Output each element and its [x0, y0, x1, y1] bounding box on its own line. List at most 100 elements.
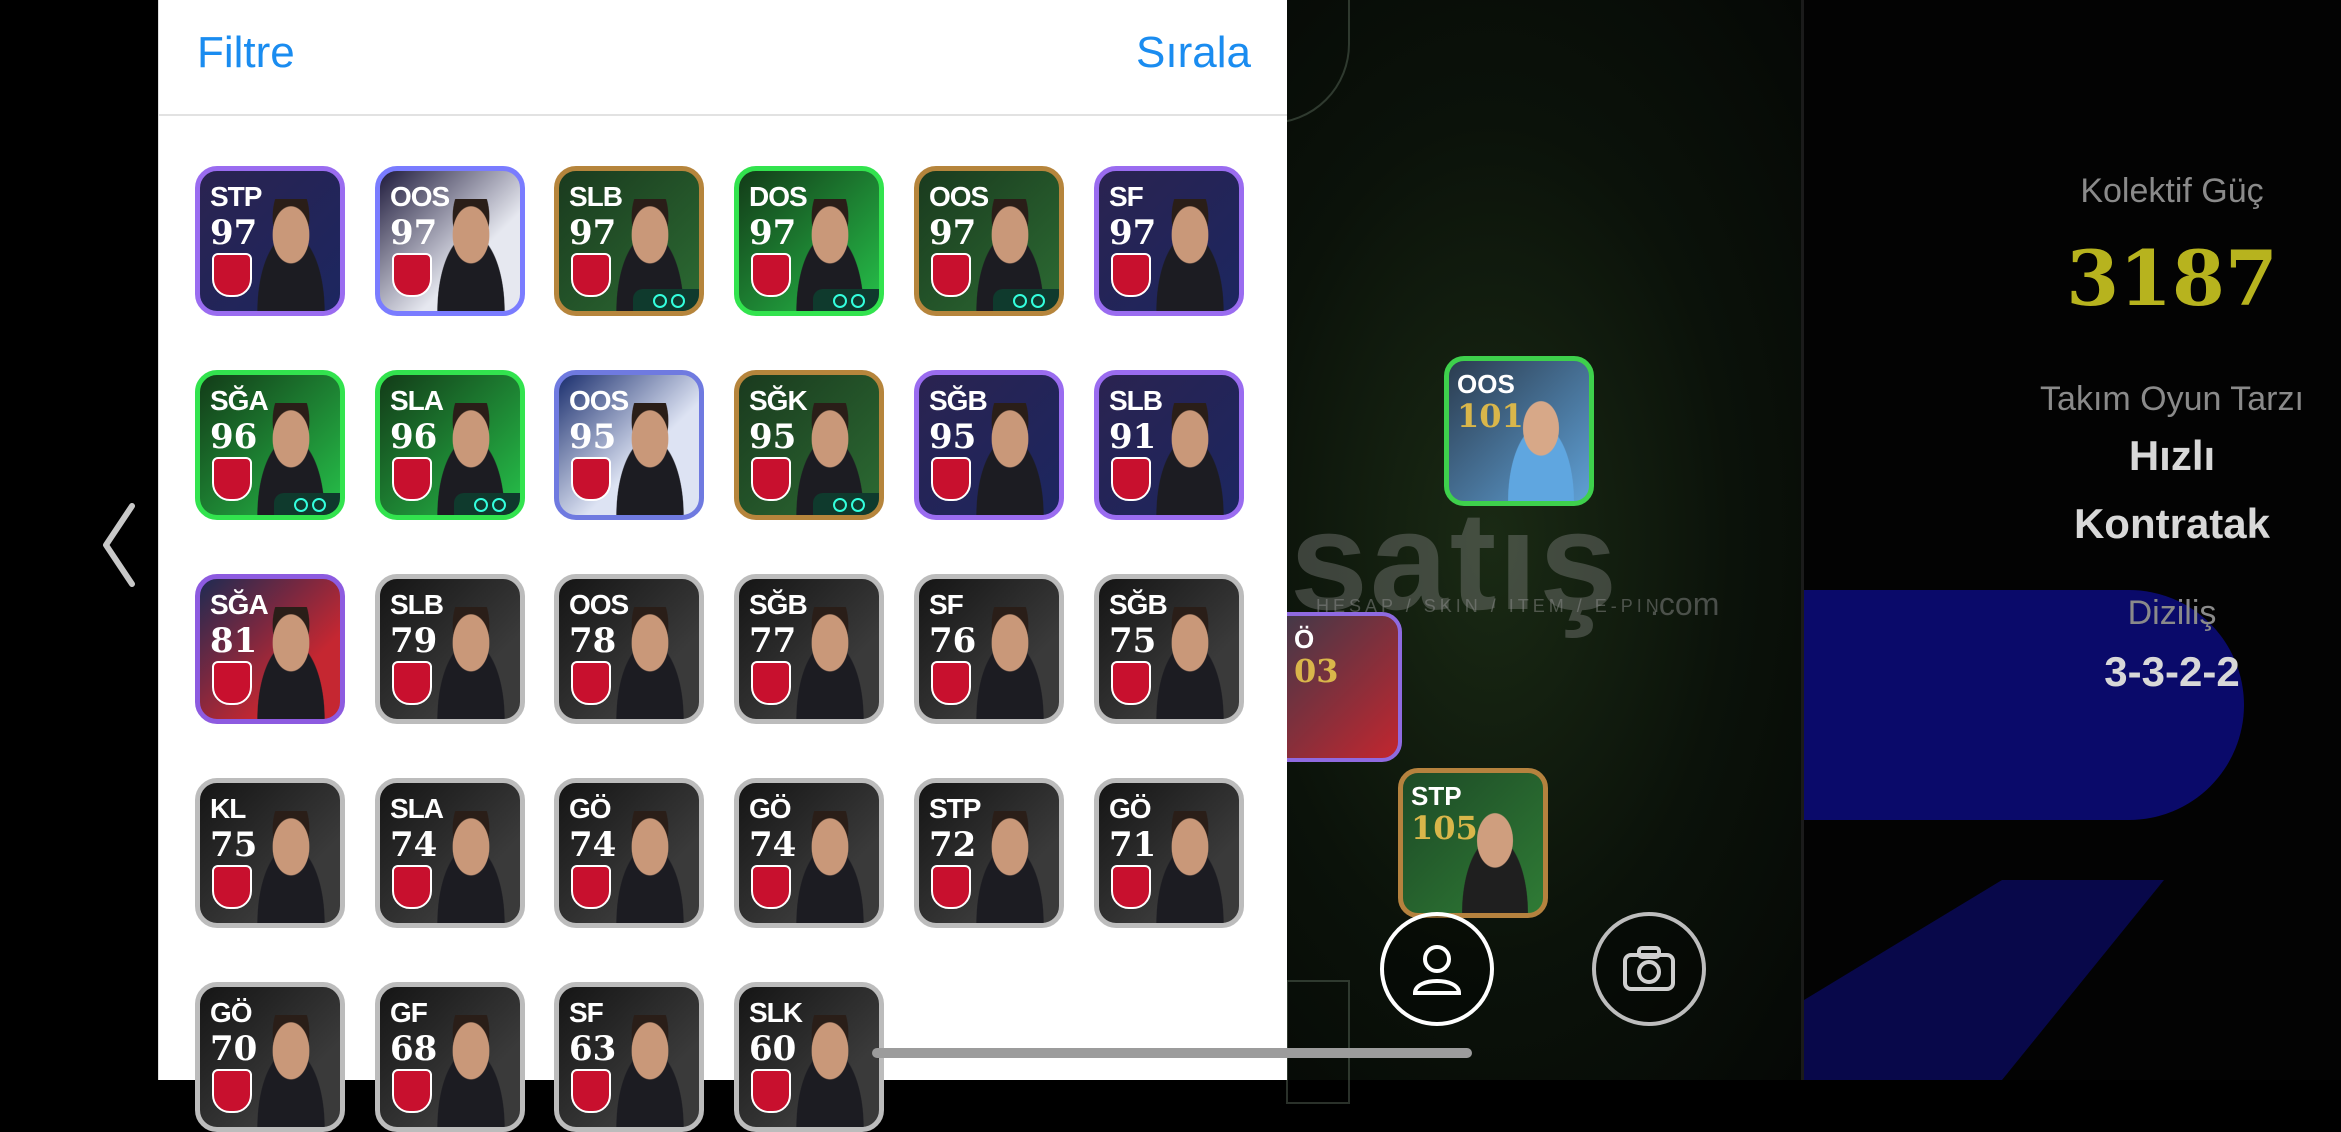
player-card[interactable]: SLA 74	[375, 778, 525, 928]
player-card[interactable]: SLA 96	[375, 370, 525, 520]
field-player-card[interactable]: STP 105	[1398, 768, 1548, 918]
decorative-shape	[1804, 880, 2164, 1080]
player-position: GÖ	[1109, 793, 1152, 824]
club-badge-icon	[392, 1069, 432, 1113]
club-badge-icon	[571, 661, 611, 705]
player-rating: 60	[749, 1029, 797, 1069]
camera-button[interactable]	[1592, 912, 1706, 1026]
player-position: SLA	[390, 793, 444, 824]
player-position: KL	[210, 793, 246, 824]
collective-power-value: 3187	[2066, 234, 2278, 323]
player-card[interactable]: SĞB 75	[1094, 574, 1244, 724]
watermark-domain: .com	[1650, 586, 1720, 622]
player-card[interactable]: SF 76	[914, 574, 1064, 724]
home-indicator[interactable]	[872, 1048, 1472, 1058]
field-player-card[interactable]: OOS 101	[1444, 356, 1594, 506]
player-card[interactable]: GF 68	[375, 982, 525, 1132]
player-card[interactable]: SĞA 81	[195, 574, 345, 724]
chevron-left-icon[interactable]	[98, 500, 140, 590]
player-card[interactable]: OOS 97	[914, 166, 1064, 316]
player-position: OOS	[569, 589, 629, 620]
player-card[interactable]: DOS 97	[734, 166, 884, 316]
player-position: STP	[1411, 781, 1462, 811]
player-card[interactable]: OOS 97	[375, 166, 525, 316]
player-position: STP	[210, 181, 262, 212]
player-rating: 96	[390, 417, 438, 457]
player-card[interactable]: SĞA 96	[195, 370, 345, 520]
player-card[interactable]: OOS 78	[554, 574, 704, 724]
player-card[interactable]: SLB 97	[554, 166, 704, 316]
player-rating: 79	[390, 621, 438, 661]
pitch-box-line	[1286, 980, 1350, 1104]
player-card[interactable]: GÖ 70	[195, 982, 345, 1132]
player-card[interactable]: OOS 95	[554, 370, 704, 520]
player-position: SF	[569, 997, 604, 1028]
skill-indicator-icon	[813, 289, 879, 311]
player-list-panel: Filtre Sırala STP 97 OOS 97 SLB 97 DOS 97 OOS 97 S…	[158, 0, 1287, 1132]
skill-indicator-icon	[633, 289, 699, 311]
club-badge-icon	[571, 1069, 611, 1113]
filter-button[interactable]: Filtre	[197, 28, 295, 78]
player-position: OOS	[569, 385, 629, 416]
player-rating: 95	[749, 417, 797, 457]
club-badge-icon	[931, 865, 971, 909]
player-rating: 76	[929, 621, 977, 661]
player-card[interactable]: SLK 60	[734, 982, 884, 1132]
player-position: SĞB	[1109, 589, 1168, 620]
player-rating: 70	[210, 1029, 258, 1069]
formation-value: 3-3-2-2	[2104, 648, 2240, 695]
player-rating: 71	[1109, 825, 1157, 865]
skill-indicator-icon	[454, 493, 520, 515]
panel-header: Filtre Sırala	[159, 0, 1287, 116]
player-card[interactable]: GÖ 74	[734, 778, 884, 928]
club-badge-icon	[931, 661, 971, 705]
club-badge-icon	[751, 457, 791, 501]
player-card[interactable]: SF 97	[1094, 166, 1244, 316]
player-position: OOS	[929, 181, 989, 212]
player-position: SĞA	[210, 589, 269, 620]
camera-icon	[1623, 946, 1675, 991]
player-rating: 97	[749, 213, 797, 253]
player-rating: 97	[1109, 213, 1157, 253]
player-card[interactable]: STP 97	[195, 166, 345, 316]
player-rating: 75	[1109, 621, 1157, 661]
player-card[interactable]: GÖ 74	[554, 778, 704, 928]
player-card[interactable]: KL 75	[195, 778, 345, 928]
player-card[interactable]: SLB 79	[375, 574, 525, 724]
player-position: SF	[929, 589, 964, 620]
club-badge-icon	[212, 457, 252, 501]
club-badge-icon	[1111, 457, 1151, 501]
club-badge-icon	[392, 865, 432, 909]
player-card[interactable]: SĞB 95	[914, 370, 1064, 520]
profile-button[interactable]	[1380, 912, 1494, 1026]
player-position: GÖ	[749, 793, 792, 824]
club-badge-icon	[1111, 661, 1151, 705]
player-card[interactable]: SF 63	[554, 982, 704, 1132]
player-position: SĞA	[210, 385, 269, 416]
player-position: SLB	[390, 589, 444, 620]
club-badge-icon	[931, 253, 971, 297]
skill-indicator-icon	[993, 289, 1059, 311]
player-position: Ö	[1294, 624, 1315, 654]
player-position: STP	[929, 793, 981, 824]
player-rating: 91	[1109, 417, 1157, 457]
player-rating: 105	[1411, 809, 1478, 847]
player-position: OOS	[390, 181, 450, 212]
player-rating: 97	[569, 213, 617, 253]
player-card[interactable]: SĞB 77	[734, 574, 884, 724]
player-rating: 68	[390, 1029, 438, 1069]
player-rating: 74	[749, 825, 797, 865]
team-playstyle-value-line2: Kontratak	[2073, 500, 2271, 547]
player-position: SĞK	[749, 385, 808, 416]
club-badge-icon	[571, 253, 611, 297]
player-card[interactable]: SLB 91	[1094, 370, 1244, 520]
player-card[interactable]: STP 72	[914, 778, 1064, 928]
player-position: GÖ	[210, 997, 253, 1028]
player-position: GÖ	[569, 793, 612, 824]
player-rating: 74	[390, 825, 438, 865]
club-badge-icon	[392, 457, 432, 501]
player-card[interactable]: GÖ 71	[1094, 778, 1244, 928]
player-position: SLA	[390, 385, 444, 416]
sort-button[interactable]: Sırala	[1136, 28, 1251, 78]
player-card[interactable]: SĞK 95	[734, 370, 884, 520]
